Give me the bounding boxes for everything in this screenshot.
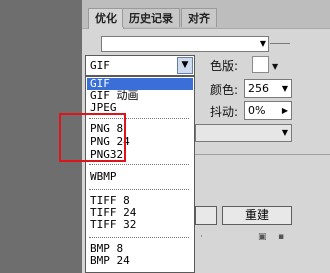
colors-value: 256 xyxy=(248,82,269,95)
chevron-down-icon: ▼ xyxy=(259,39,266,48)
dropdown-separator xyxy=(89,237,189,238)
trash-icon[interactable]: ▪ xyxy=(278,232,284,242)
dropdown-option[interactable]: WBMP xyxy=(87,171,193,183)
chevron-down-icon[interactable]: ▼ xyxy=(177,57,193,74)
dots-icon: · xyxy=(200,232,203,242)
preset-select[interactable]: ▼ xyxy=(101,36,269,52)
dropdown-option[interactable]: TIFF 32 xyxy=(87,219,193,231)
menu-icon[interactable] xyxy=(270,43,290,44)
tab-align[interactable]: 对齐 xyxy=(181,8,217,27)
matte-swatch[interactable] xyxy=(252,56,269,73)
colors-select[interactable]: 256 ▼ xyxy=(244,79,292,98)
palette-select[interactable]: ▼ xyxy=(195,124,292,142)
file-format-dropdown: GIF GIF 动画 JPEG PNG 8 PNG 24 PNG32 WBMP … xyxy=(85,76,195,273)
dither-label: 抖动: xyxy=(210,105,239,119)
matte-dropdown-icon[interactable]: ▼ xyxy=(272,62,278,71)
tab-optimize[interactable]: 优化 xyxy=(88,8,124,29)
colors-label: 颜色: xyxy=(210,83,239,97)
new-button[interactable]: 重建 xyxy=(222,206,292,225)
chevron-down-icon: ▼ xyxy=(281,84,288,93)
chevron-right-icon: ▶ xyxy=(281,106,288,115)
dropdown-separator xyxy=(89,189,189,190)
tab-history[interactable]: 历史记录 xyxy=(122,8,180,27)
partial-button[interactable] xyxy=(195,206,217,225)
matte-label: 色版: xyxy=(210,59,239,73)
dither-value: 0% xyxy=(248,104,266,117)
new-doc-icon[interactable]: ▣ xyxy=(258,232,267,242)
dropdown-separator xyxy=(89,164,189,165)
png-options-highlight xyxy=(59,113,126,162)
chevron-down-icon: ▼ xyxy=(281,128,288,137)
panel-tab-bar: 优化 历史记录 对齐 xyxy=(82,0,330,29)
file-format-value: GIF xyxy=(90,59,110,72)
file-format-select[interactable]: GIF ▼ xyxy=(85,55,195,76)
dropdown-option[interactable]: BMP 24 xyxy=(87,255,193,267)
divider xyxy=(195,154,330,155)
dither-field[interactable]: 0% ▶ xyxy=(244,101,292,120)
